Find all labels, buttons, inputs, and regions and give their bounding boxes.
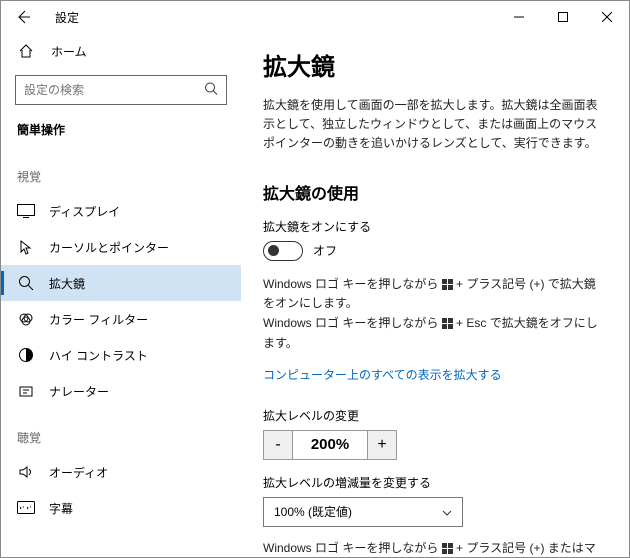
windows-logo-icon [442,318,453,329]
zoom-level-label: 拡大レベルの変更 [263,407,603,424]
home-icon [17,42,35,60]
display-icon [17,202,35,220]
sidebar-item-label: 字幕 [49,500,73,517]
sidebar-item-display[interactable]: ディスプレイ [1,193,241,229]
page-description: 拡大鏡を使用して画面の一部を拡大します。拡大鏡は全画面表示として、独立したウィン… [263,96,603,154]
sidebar-item-high-contrast[interactable]: ハイ コントラスト [1,337,241,373]
zoom-increment-select[interactable]: 100% (既定値) [263,497,463,527]
sidebar-item-label: ハイ コントラスト [49,347,148,364]
sidebar-item-label: ディスプレイ [49,203,120,220]
zoom-increase-button[interactable]: + [367,430,397,460]
captions-icon [17,499,35,517]
minimize-icon [514,12,524,22]
sidebar-item-label: オーディオ [49,464,108,481]
sidebar-item-narrator[interactable]: ナレーター [1,373,241,409]
hint-turn-on: Windows ロゴ キーを押しながら + プラス記号 (+) で拡大鏡をオンに… [263,275,603,315]
back-button[interactable] [11,5,35,29]
section-use-title: 拡大鏡の使用 [263,180,603,204]
hint-turn-off: Windows ロゴ キーを押しながら + Esc で拡大鏡をオフにします。 [263,314,603,354]
sidebar-item-captions[interactable]: 字幕 [1,490,241,526]
zoom-level-value: 200% [293,430,367,460]
magnifier-toggle[interactable] [263,241,303,261]
sidebar-item-audio[interactable]: オーディオ [1,454,241,490]
category-title: 簡単操作 [1,115,241,148]
sidebar-item-label: ナレーター [49,383,109,400]
search-input[interactable] [16,76,226,104]
audio-icon [17,463,35,481]
close-icon [602,12,612,22]
windows-logo-icon [442,543,453,554]
page-title: 拡大鏡 [263,47,603,82]
home-button[interactable]: ホーム [1,33,241,69]
zoom-level-stepper: - 200% + [263,430,603,460]
arrow-left-icon [15,9,31,25]
toggle-label: 拡大鏡をオンにする [263,218,603,235]
zoom-decrease-button[interactable]: - [263,430,293,460]
narrator-icon [17,382,35,400]
windows-logo-icon [442,279,453,290]
sidebar-item-magnifier[interactable]: 拡大鏡 [1,265,241,301]
sidebar: ホーム 簡単操作 視覚 ディスプレイ カーソルとポインター [1,33,241,557]
sidebar-item-label: カーソルとポインター [49,239,169,256]
sidebar-item-cursor[interactable]: カーソルとポインター [1,229,241,265]
search-icon [204,82,218,99]
toggle-state: オフ [313,242,337,259]
group-hearing-label: 聴覚 [1,409,241,454]
close-button[interactable] [585,2,629,32]
content-area: 拡大鏡 拡大鏡を使用して画面の一部を拡大します。拡大鏡は全画面表示として、独立し… [241,33,629,557]
sidebar-item-color-filter[interactable]: カラー フィルター [1,301,241,337]
search-box[interactable] [15,75,227,105]
link-enlarge-all[interactable]: コンピューター上のすべての表示を拡大する [263,366,502,383]
window-title: 設定 [55,9,79,26]
sidebar-item-label: カラー フィルター [49,311,148,328]
zoom-increment-label: 拡大レベルの増減量を変更する [263,474,603,491]
chevron-down-icon [442,505,452,519]
maximize-icon [558,12,568,22]
hint-zoom-keys: Windows ロゴ キーを押しながら + プラス記号 (+) またはマイナス記… [263,539,603,557]
contrast-icon [17,346,35,364]
home-label: ホーム [51,43,87,60]
toggle-knob [268,245,279,256]
magnifier-icon [17,274,35,292]
cursor-icon [17,238,35,256]
select-value: 100% (既定値) [274,503,352,520]
group-vision-label: 視覚 [1,148,241,193]
sidebar-item-label: 拡大鏡 [49,275,85,292]
maximize-button[interactable] [541,2,585,32]
color-filter-icon [17,310,35,328]
minimize-button[interactable] [497,2,541,32]
titlebar: 設定 [1,1,629,33]
